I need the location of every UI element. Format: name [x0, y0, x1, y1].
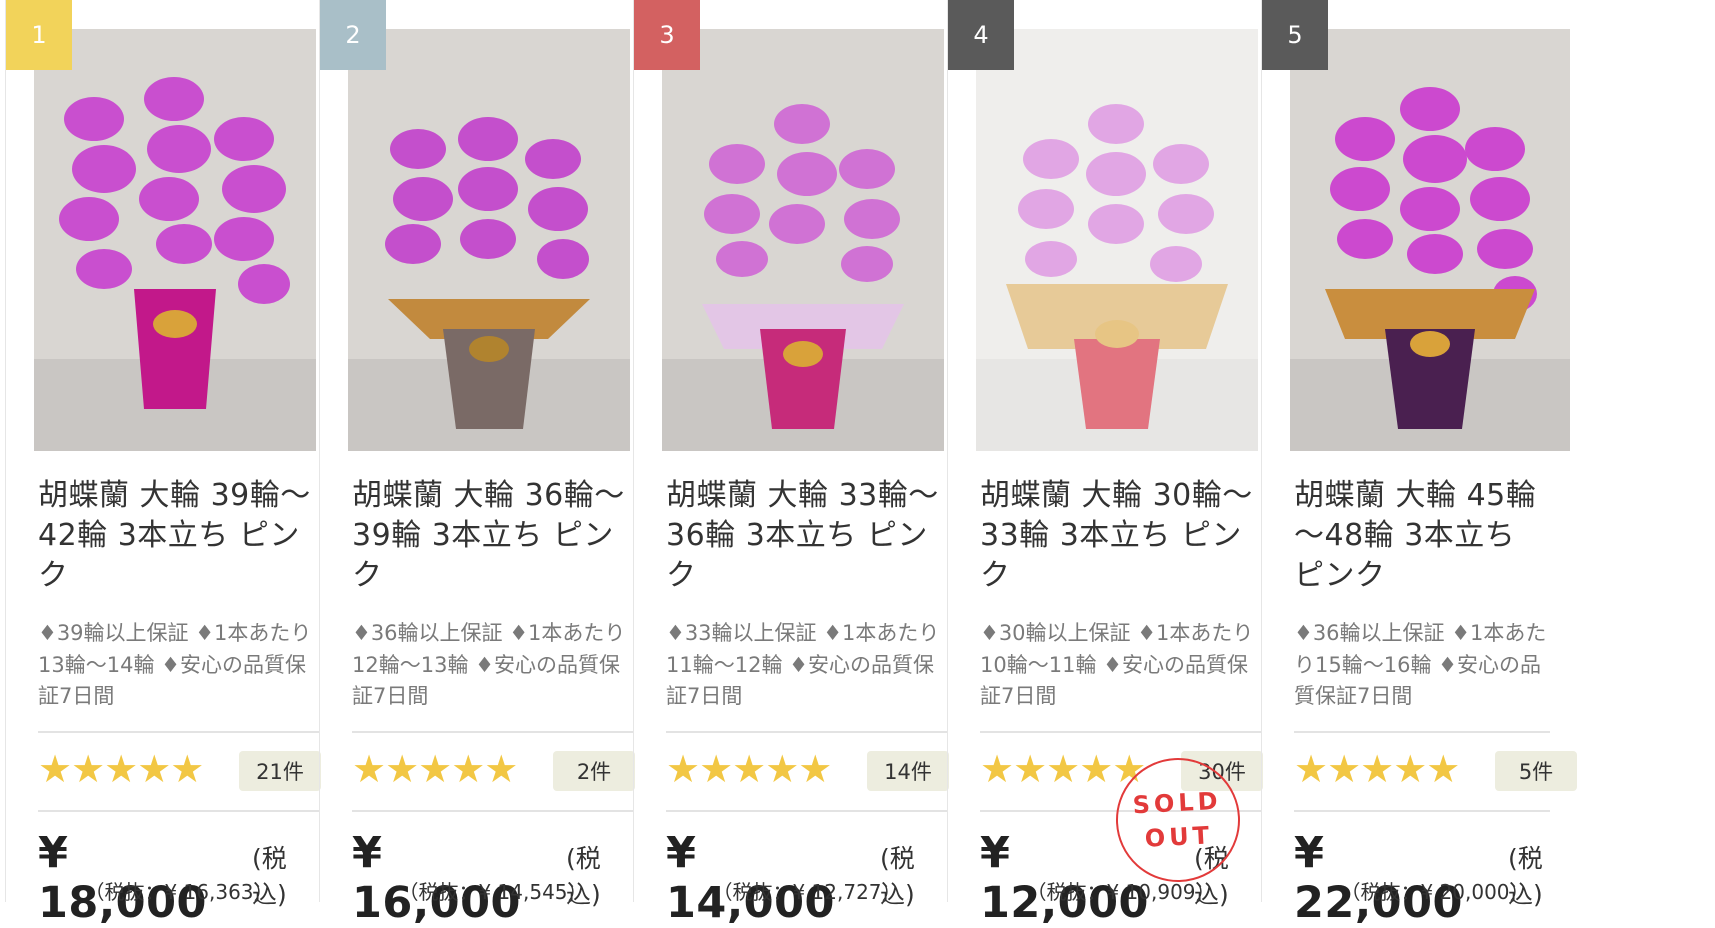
rank-badge: 4 — [948, 0, 1014, 70]
product-photo[interactable] — [34, 29, 316, 451]
product-photo[interactable] — [348, 29, 630, 451]
sold-out-line-1: SOLD — [1131, 786, 1223, 820]
product-card[interactable]: 3 胡蝶蘭 大輪 33輪～36輪 3本立ち ピンク ♦33輪以上保証 ♦1本あた… — [633, 0, 949, 928]
product-card[interactable]: 4 胡蝶蘭 大輪 30輪～33輪 3本立ち ピンク ♦30輪以上保証 ♦1本あた… — [947, 0, 1263, 928]
product-title[interactable]: 胡蝶蘭 大輪 45輪～48輪 3本立ち ピンク — [1294, 476, 1550, 596]
sold-out-line-2: OUT — [1144, 821, 1214, 853]
divider — [352, 731, 634, 733]
rating-stars-icon: ★★★★★ — [1294, 747, 1460, 791]
divider — [1294, 731, 1550, 733]
orchid-image — [976, 29, 1258, 451]
product-description: ♦30輪以上保証 ♦1本あたり10輪～11輪 ♦安心の品質保証7日間 — [980, 621, 1254, 708]
price-excluding-tax: （税抜：¥ 12,727） — [712, 880, 902, 904]
rank-badge: 1 — [6, 0, 72, 70]
product-photo[interactable] — [1290, 29, 1570, 451]
product-description: ♦33輪以上保証 ♦1本あたり11輪～12輪 ♦安心の品質保証7日間 — [666, 621, 940, 708]
orchid-image — [348, 29, 630, 451]
rating-stars-icon: ★★★★★ — [38, 747, 204, 791]
rating-stars-icon: ★★★★★ — [352, 747, 518, 791]
price-excluding-tax: （税抜：¥ 16,363） — [84, 880, 274, 904]
orchid-image — [34, 29, 316, 451]
product-card[interactable]: 2 胡蝶蘭 大輪 36輪～39輪 3本立ち ピンク ♦36輪以上保証 ♦1本あた… — [319, 0, 635, 928]
rank-badge: 3 — [634, 0, 700, 70]
product-card[interactable]: 1 胡蝶蘭 大輪 39輪～42輪 3本立ち ピンク ♦39輪以上保証 ♦1本あた… — [5, 0, 321, 928]
rank-badge: 5 — [1262, 0, 1328, 70]
divider — [666, 810, 948, 812]
orchid-image — [1290, 29, 1570, 451]
product-description: ♦36輪以上保証 ♦1本あたり12輪～13輪 ♦安心の品質保証7日間 — [352, 621, 626, 708]
orchid-image — [662, 29, 944, 451]
product-title[interactable]: 胡蝶蘭 大輪 36輪～39輪 3本立ち ピンク — [352, 476, 632, 596]
product-title[interactable]: 胡蝶蘭 大輪 33輪～36輪 3本立ち ピンク — [666, 476, 946, 596]
divider — [980, 731, 1262, 733]
product-description: ♦36輪以上保証 ♦1本あたり15輪～16輪 ♦安心の品質保証7日間 — [1294, 621, 1547, 708]
product-photo[interactable] — [976, 29, 1258, 451]
price-excluding-tax: （税抜：¥ 10,909） — [1026, 880, 1216, 904]
product-title[interactable]: 胡蝶蘭 大輪 39輪～42輪 3本立ち ピンク — [38, 476, 318, 596]
review-count-badge[interactable]: 5件 — [1495, 751, 1577, 791]
divider — [1294, 810, 1550, 812]
price-excluding-tax: （税抜：¥ 20,000） — [1340, 880, 1530, 904]
divider — [666, 731, 948, 733]
review-count-badge[interactable]: 2件 — [553, 751, 635, 791]
product-card[interactable]: 5 胡蝶蘭 大輪 45輪～48輪 3本立ち ピンク ♦36輪以上保証 ♦1本あた… — [1261, 0, 1577, 928]
product-title[interactable]: 胡蝶蘭 大輪 30輪～33輪 3本立ち ピンク — [980, 476, 1260, 596]
price-excluding-tax: （税抜：¥ 14,545） — [398, 880, 588, 904]
divider — [352, 810, 634, 812]
rating-stars-icon: ★★★★★ — [980, 747, 1146, 791]
product-description: ♦39輪以上保証 ♦1本あたり13輪～14輪 ♦安心の品質保証7日間 — [38, 621, 312, 708]
product-photo[interactable] — [662, 29, 944, 451]
divider — [38, 731, 320, 733]
review-count-badge[interactable]: 14件 — [867, 751, 949, 791]
review-count-badge[interactable]: 21件 — [239, 751, 321, 791]
divider — [38, 810, 320, 812]
rating-stars-icon: ★★★★★ — [666, 747, 832, 791]
rank-badge: 2 — [320, 0, 386, 70]
product-ranking-row: 1 胡蝶蘭 大輪 39輪～42輪 3本立ち ピンク ♦39輪以上保証 ♦1本あた… — [0, 0, 1715, 928]
